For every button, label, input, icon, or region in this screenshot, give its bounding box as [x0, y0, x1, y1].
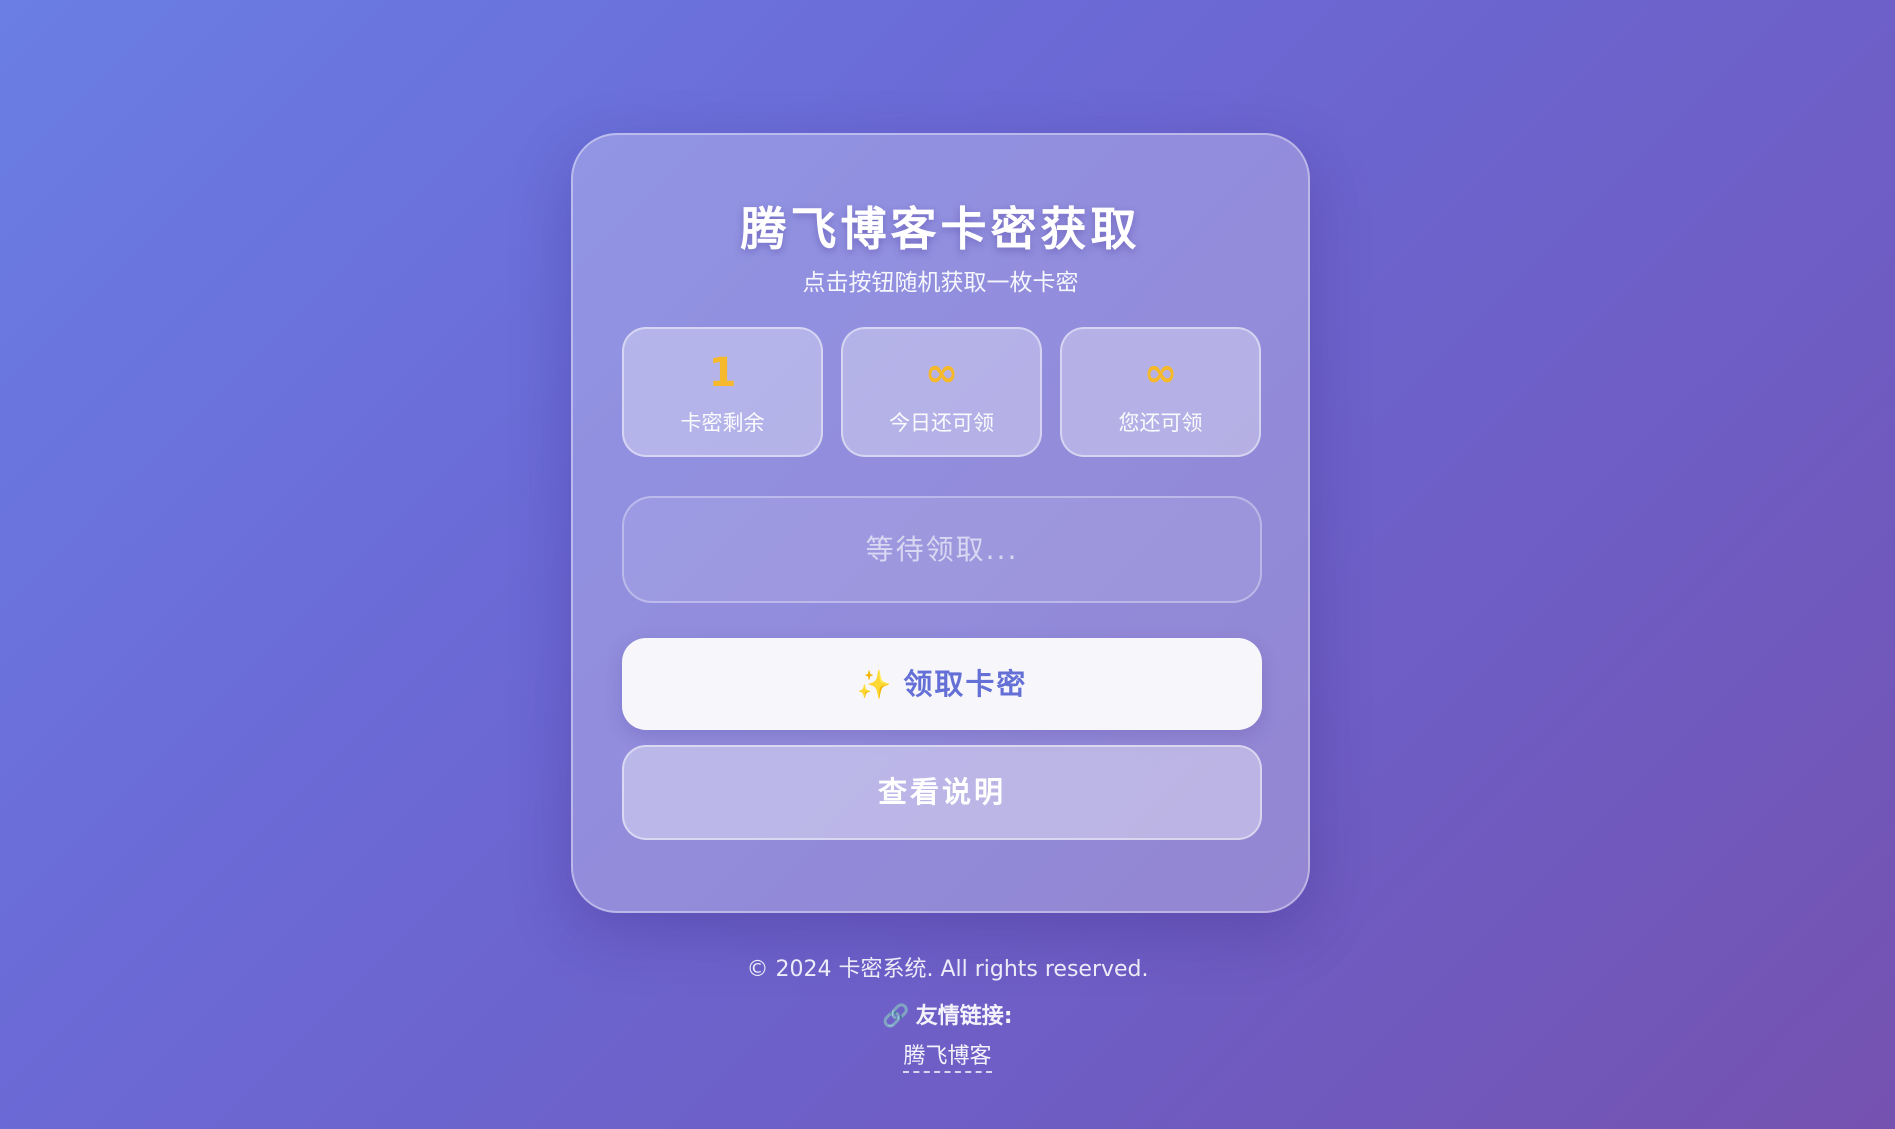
link-icon: 🔗: [882, 1004, 910, 1029]
stats-row: 1 卡密剩余 ∞ 今日还可领 ∞ 您还可领: [622, 327, 1262, 457]
stat-value: ∞: [1143, 350, 1178, 396]
card-result-display: 等待领取...: [622, 496, 1262, 603]
footer-copyright: © 2024 卡密系统. All rights reserved.: [746, 957, 1149, 982]
footer-link-item: 腾飞博客: [0, 1038, 1895, 1073]
stat-label: 卡密剩余: [680, 411, 765, 435]
page-subtitle: 点击按钮随机获取一枚卡密: [802, 270, 1079, 296]
claim-card-label: 领取卡密: [903, 667, 1028, 701]
friend-link-tengfei-blog[interactable]: 腾飞博客: [903, 1044, 992, 1073]
sparkles-icon: ✨: [856, 668, 894, 701]
stat-label: 您还可领: [1118, 411, 1203, 435]
stat-label: 今日还可领: [889, 411, 994, 435]
page-title: 腾飞博客卡密获取: [740, 202, 1141, 256]
view-instructions-button[interactable]: 查看说明: [622, 745, 1262, 840]
footer-links-heading: 🔗 友情链接:: [0, 998, 1895, 1030]
stat-card-remaining: 1 卡密剩余: [622, 327, 823, 457]
claim-card-button[interactable]: ✨ 领取卡密: [622, 638, 1262, 730]
links-heading-label: 友情链接:: [915, 1004, 1013, 1029]
stat-card-user-available: ∞ 您还可领: [1060, 327, 1261, 457]
stat-value: 1: [708, 350, 737, 396]
stat-card-today-available: ∞ 今日还可领: [841, 327, 1042, 457]
stat-value: ∞: [924, 350, 959, 396]
card-panel: 腾飞博客卡密获取 点击按钮随机获取一枚卡密 1 卡密剩余 ∞ 今日还可领 ∞ 您…: [571, 133, 1310, 913]
